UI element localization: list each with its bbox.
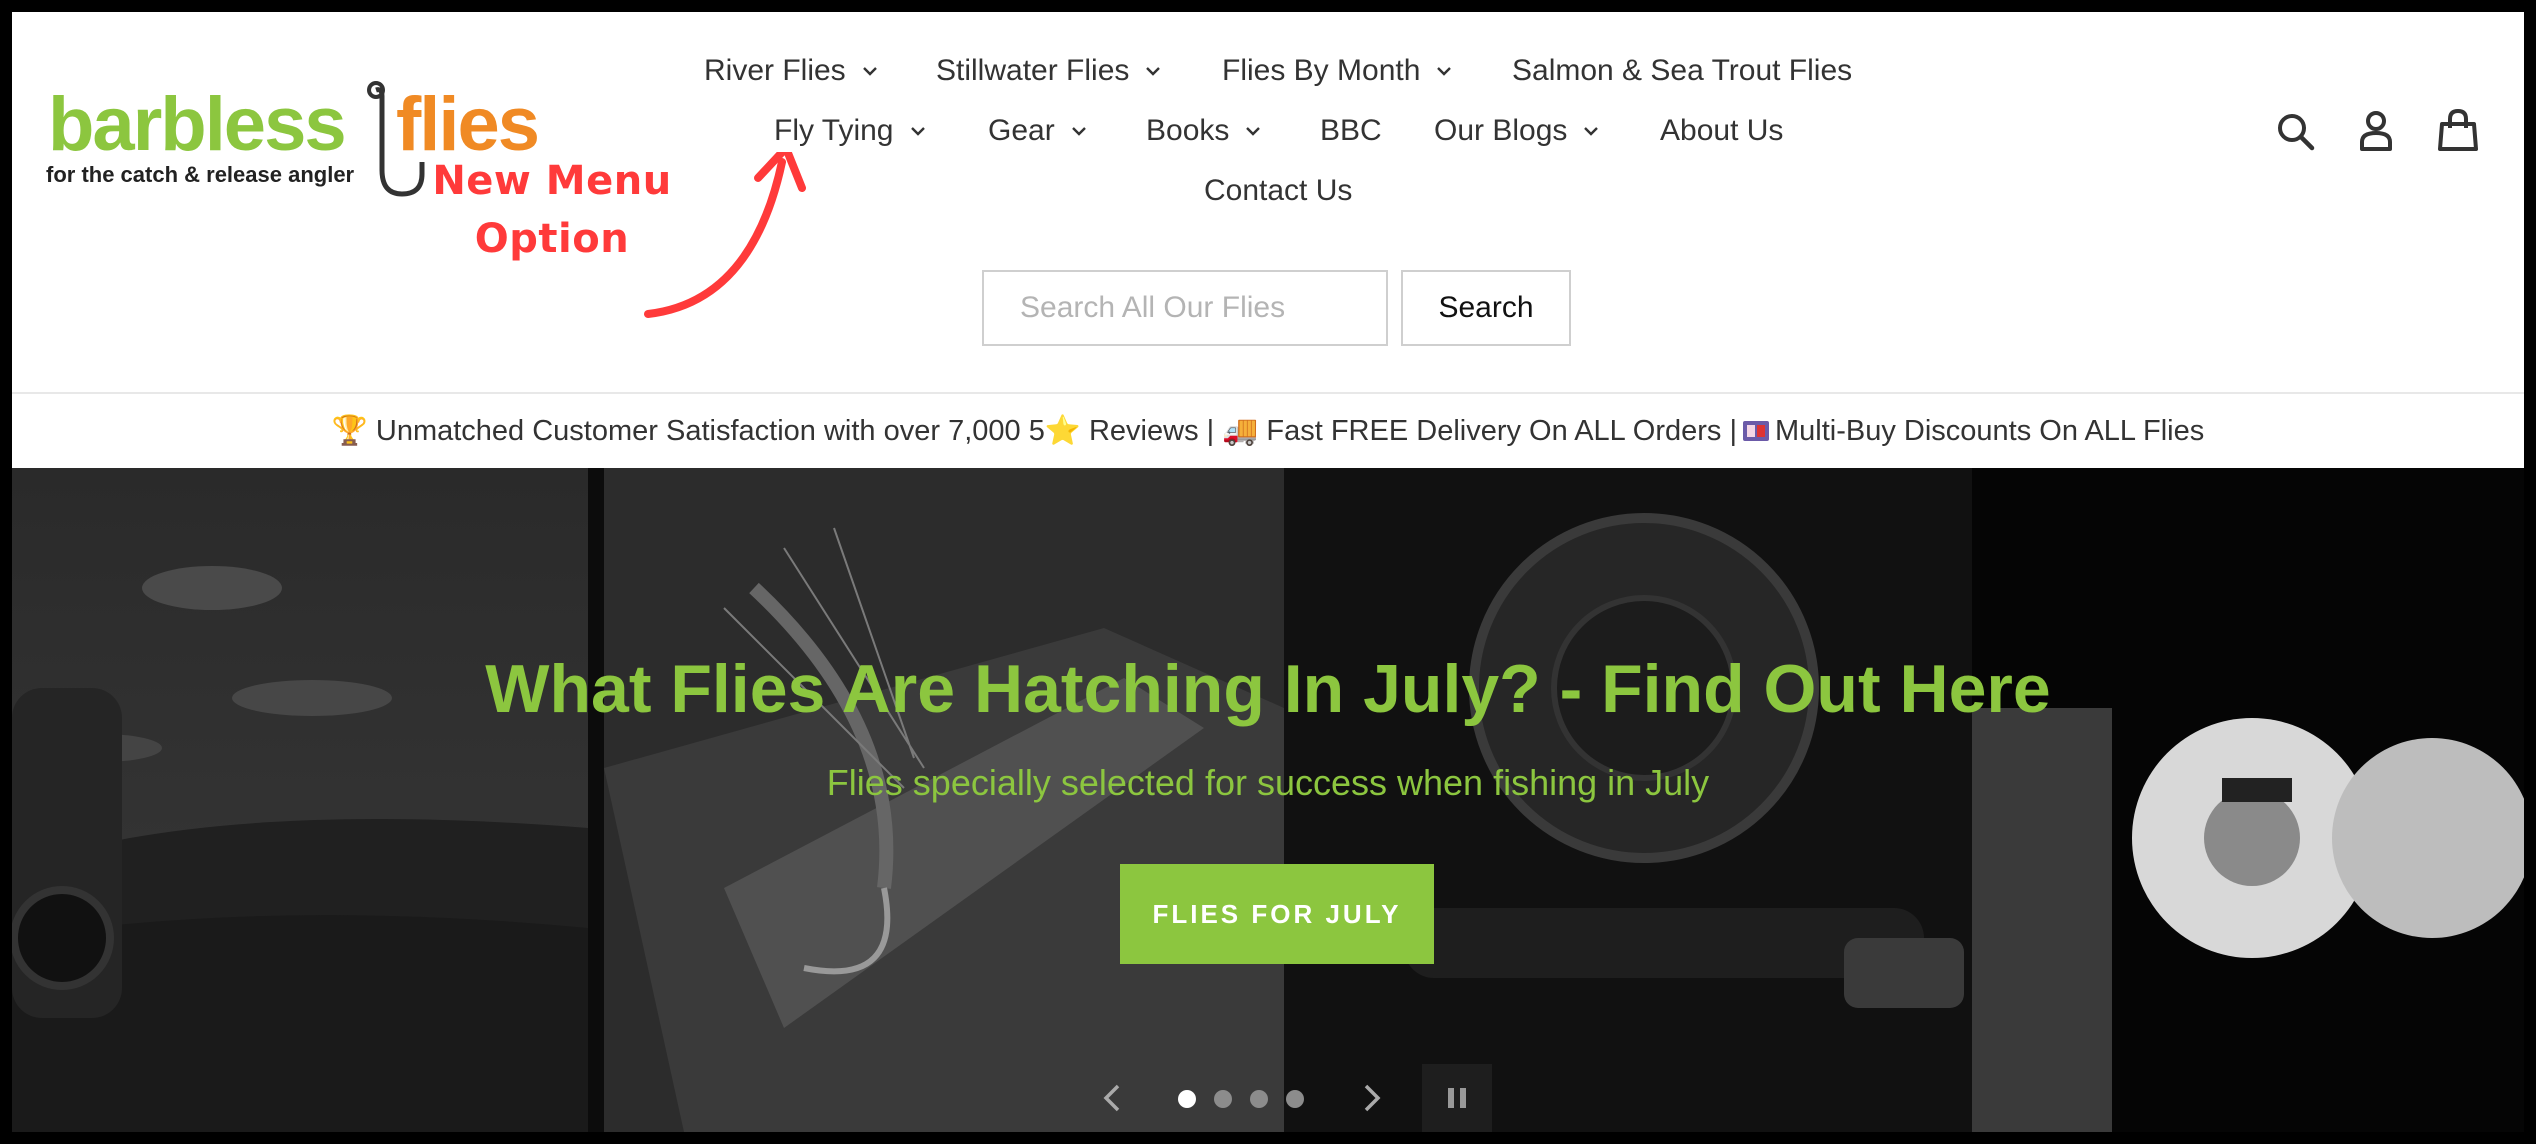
nav-label: Books: [1146, 114, 1230, 147]
site-logo[interactable]: barbless flies for the catch & release a…: [36, 70, 546, 200]
logo-brand-right: flies: [396, 82, 538, 167]
site-header: barbless flies for the catch & release a…: [12, 12, 2524, 392]
slide-dot-4[interactable]: [1286, 1090, 1304, 1108]
nav-fly-tying[interactable]: Fly Tying: [774, 114, 926, 148]
flies-for-july-button[interactable]: FLIES FOR JULY: [1120, 864, 1434, 964]
account-icon[interactable]: [2354, 108, 2398, 152]
nav-about-us[interactable]: About Us: [1660, 114, 1783, 148]
nav-label: Our Blogs: [1434, 114, 1568, 147]
chevron-down-icon: [1071, 127, 1086, 136]
search-input[interactable]: [982, 270, 1388, 346]
nav-label: River Flies: [704, 54, 846, 87]
nav-contact-us[interactable]: Contact Us: [1204, 174, 1352, 208]
nav-river-flies[interactable]: River Flies: [704, 54, 878, 88]
nav-bbc[interactable]: BBC: [1320, 114, 1382, 148]
nav-stillwater-flies[interactable]: Stillwater Flies: [936, 54, 1161, 88]
nav-label: BBC: [1320, 114, 1382, 147]
pause-button[interactable]: [1422, 1064, 1492, 1132]
chevron-left-icon[interactable]: [1100, 1080, 1124, 1116]
search-button[interactable]: Search: [1401, 270, 1571, 346]
nav-label: Flies By Month: [1222, 54, 1421, 87]
nav-salmon-sea-trout-flies[interactable]: Salmon & Sea Trout Flies: [1512, 54, 1852, 88]
tag-icon: [1743, 421, 1769, 441]
nav-label: Salmon & Sea Trout Flies: [1512, 54, 1853, 87]
chevron-right-icon[interactable]: [1360, 1080, 1384, 1116]
slide-dot-3[interactable]: [1250, 1090, 1268, 1108]
hero-subtitle: Flies specially selected for success whe…: [826, 762, 1710, 803]
nav-label: Stillwater Flies: [936, 54, 1130, 87]
hero-slideshow: What Flies Are Hatching In July? - Find …: [12, 468, 2524, 1132]
nav-our-blogs[interactable]: Our Blogs: [1434, 114, 1599, 148]
logo-tagline: for the catch & release angler: [46, 162, 355, 187]
nav-books[interactable]: Books: [1146, 114, 1261, 148]
hero-title: What Flies Are Hatching In July? - Find …: [485, 651, 2051, 727]
announcement-bar: 🏆 Unmatched Customer Satisfaction with o…: [12, 392, 2524, 468]
logo-brand-left: barbless: [48, 82, 345, 167]
search-icon[interactable]: [2274, 110, 2318, 154]
nav-label: Gear: [988, 114, 1055, 147]
slide-dot-2[interactable]: [1214, 1090, 1232, 1108]
pause-icon: [1448, 1088, 1466, 1108]
chevron-down-icon: [1246, 127, 1261, 136]
announcement-text: 🏆 Unmatched Customer Satisfaction with o…: [331, 415, 1737, 447]
nav-flies-by-month[interactable]: Flies By Month: [1222, 54, 1452, 88]
slide-dot-1[interactable]: [1178, 1090, 1196, 1108]
screenshot-frame: barbless flies for the catch & release a…: [0, 0, 2536, 1144]
nav-label: About Us: [1660, 114, 1784, 147]
chevron-down-icon: [1584, 127, 1599, 136]
nav-label: Fly Tying: [774, 114, 894, 147]
announcement-text-end: Multi-Buy Discounts On ALL Flies: [1775, 414, 2205, 447]
website: barbless flies for the catch & release a…: [12, 12, 2524, 1132]
nav-label: Contact Us: [1204, 174, 1353, 207]
cart-icon[interactable]: [2436, 108, 2480, 152]
chevron-down-icon: [1146, 67, 1161, 76]
chevron-down-icon: [1437, 67, 1452, 76]
chevron-down-icon: [910, 127, 925, 136]
chevron-down-icon: [862, 67, 877, 76]
annotation-line2: Option: [474, 216, 630, 262]
nav-gear[interactable]: Gear: [988, 114, 1087, 148]
